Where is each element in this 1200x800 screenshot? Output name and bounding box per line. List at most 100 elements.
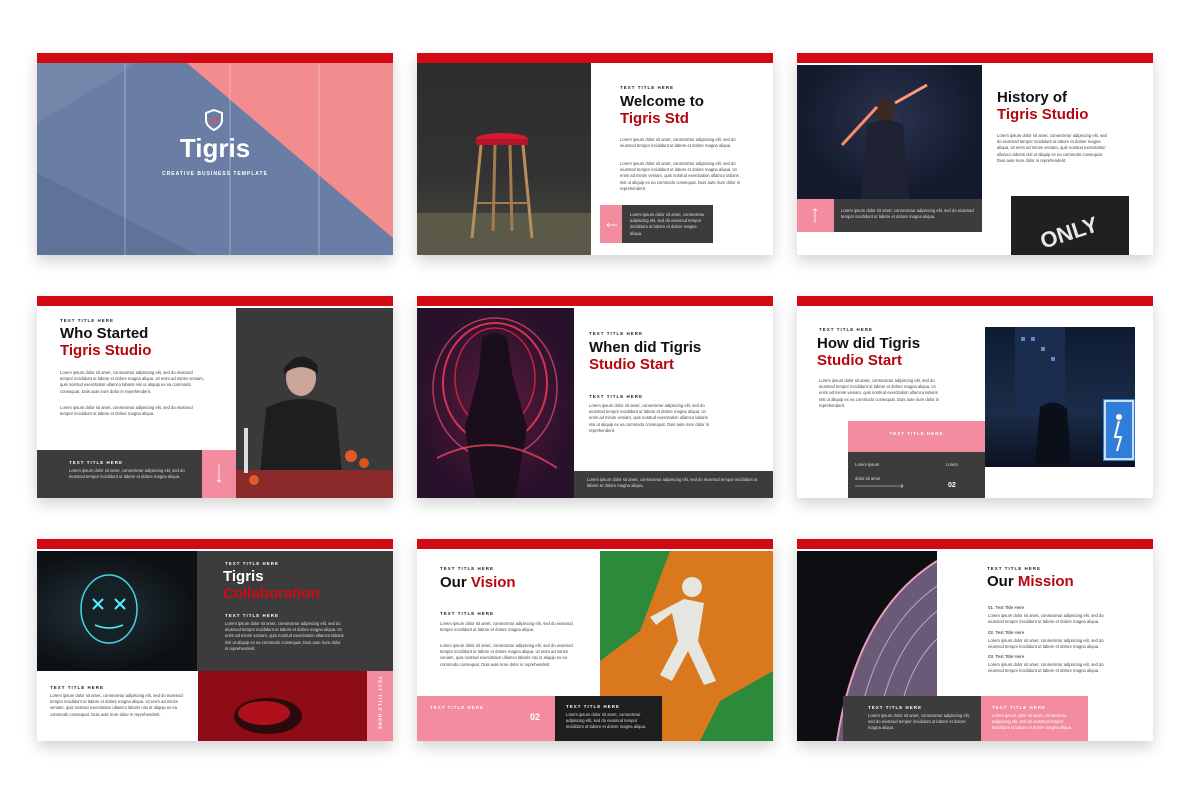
cover-title: Tigris — [179, 133, 251, 163]
slide-top-bar — [797, 53, 1153, 63]
city-night-photo — [985, 327, 1135, 467]
title-line2-text: Tigris Studio — [997, 106, 1089, 123]
slide-history[interactable]: History of Tigris Studio Lorem ipsum dol… — [797, 53, 1153, 255]
dark-title: TEXT TITLE HERE — [868, 705, 923, 710]
slide-cover[interactable]: Tigris CREATIVE BUSINESS TEMPLATE — [37, 53, 393, 255]
road-photo: ONLY — [1011, 196, 1129, 255]
dark-text: Lorem ipsum dolor sit amet, consectetur … — [566, 712, 647, 730]
road-image: ONLY — [1011, 196, 1129, 255]
title-part-b: Vision — [470, 574, 516, 591]
title-part-a: Our — [987, 573, 1018, 590]
paragraph-2: Lorem ipsum dolor sit amet, consectetur … — [60, 405, 193, 417]
slide-welcome[interactable]: TEXT TITLE HERE Welcome to Tigris Std Lo… — [417, 53, 773, 255]
dark-panel: TEXT TITLE HERE Tigris Collaboration TEX… — [197, 551, 393, 671]
dark-label-1: Lorem ipsum — [855, 462, 880, 467]
subtitle: TEXT TITLE HERE — [440, 611, 495, 616]
kicker: TEXT TITLE HERE — [440, 566, 494, 571]
kicker: TEXT TITLE HERE — [225, 561, 280, 566]
slide-collaboration[interactable]: TEXT TITLE HERE Tigris Collaboration TEX… — [37, 539, 393, 741]
subtitle: TEXT TITLE HERE — [225, 613, 280, 618]
mission-item-3: 03. Text Title Here — [988, 654, 1025, 659]
title-line2: Tigris Std — [620, 110, 689, 127]
title-line2: Studio Start — [589, 356, 674, 373]
mission-item-1-text: Lorem ipsum dolor sit amet, consectetur … — [988, 613, 1104, 625]
title-part-b: Mission — [1017, 573, 1074, 590]
dark-caption-box: Lorem ipsum dolor sit amet, consectetur … — [622, 205, 713, 243]
dark-box: TEXT TITLE HERE Lorem ipsum dolor sit am… — [843, 696, 981, 741]
box-title: TEXT TITLE HERE — [69, 460, 124, 465]
dark-box: Lorem ipsum Lorem dolor sit amet 02 — [848, 452, 985, 498]
vision-title: Our Vision — [440, 574, 516, 592]
kicker: TEXT TITLE HERE — [620, 85, 675, 90]
title-line1: Tigris — [223, 568, 264, 585]
kicker: TEXT TITLE HERE — [819, 327, 874, 332]
title-line2: Tigris Studio — [60, 342, 152, 359]
arrow-left-icon — [606, 222, 617, 228]
number-badge: 02 — [530, 712, 541, 722]
slide-top-bar — [37, 53, 393, 63]
paragraph: Lorem ipsum dolor sit amet, consectetur … — [819, 378, 940, 408]
mouse-photo — [198, 671, 367, 741]
paragraph: Lorem ipsum dolor sit amet, consectetur … — [589, 403, 710, 433]
pink-title: TEXT TITLE HERE — [992, 705, 1047, 710]
kicker: TEXT TITLE HERE — [589, 331, 644, 336]
slide-our-mission[interactable]: TEXT TITLE HERE Our Mission 01. Text Tit… — [797, 539, 1153, 741]
pink-block — [600, 205, 622, 243]
pink-title: TEXT TITLE HERE — [430, 705, 485, 710]
slide-when-did[interactable]: TEXT TITLE HERE When did Tigris Studio S… — [417, 296, 773, 498]
slide-top-bar — [37, 296, 393, 306]
pink-block: TEXT TITLE HERE 02 — [417, 696, 555, 741]
title-line2: Tigris Studio — [997, 106, 1088, 123]
pink-text: Lorem ipsum dolor sit amet, consectetur … — [992, 713, 1073, 731]
dark-caption-box: Lorem ipsum dolor sit amet, consectetur … — [574, 471, 773, 498]
dark-label-2: Lorem — [946, 462, 958, 467]
dark-box: TEXT TITLE HERE Lorem ipsum dolor sit am… — [37, 450, 202, 498]
title-line2: Studio Start — [817, 352, 902, 369]
neon-person-photo — [797, 65, 982, 199]
cover-subtitle: CREATIVE BUSINESS TEMPLATE — [162, 171, 268, 177]
neon-image — [840, 83, 928, 199]
slide-who-started[interactable]: TEXT TITLE HERE Who Started Tigris Studi… — [37, 296, 393, 498]
dark-caption-box: Lorem ipsum dolor sit amet, consectetur … — [834, 199, 982, 232]
woman-image — [236, 356, 393, 498]
pink-block — [202, 450, 236, 498]
mission-item-1: 01. Text Title Here — [988, 605, 1025, 610]
pink-vertical-block: TEXT TITLE HERE — [367, 671, 393, 741]
paragraph-2: Lorem ipsum dolor sit amet, consectetur … — [620, 161, 741, 191]
paragraph-2: Lorem ipsum dolor sit amet, consectetur … — [440, 643, 573, 667]
slide-top-bar — [797, 296, 1153, 306]
pink-block: TEXT TITLE HERE — [848, 421, 985, 452]
arrow-down-icon — [216, 464, 222, 483]
paragraph-1: Lorem ipsum dolor sit amet, consectetur … — [440, 621, 573, 633]
slide-top-bar — [417, 539, 773, 549]
caption-text: Lorem ipsum dolor sit amet, consectetur … — [630, 212, 705, 236]
paragraph: Lorem ipsum dolor sit amet, consectetur … — [997, 133, 1107, 163]
subtitle: TEXT TITLE HERE — [589, 394, 644, 399]
kicker-text: TEXT TITLE HERE — [440, 566, 495, 571]
bottom-title: TEXT TITLE HERE — [50, 685, 105, 690]
caption-text: Lorem ipsum dolor sit amet, consectetur … — [587, 477, 758, 489]
slide-our-vision[interactable]: TEXT TITLE HERE Our Vision TEXT TITLE HE… — [417, 539, 773, 741]
slide-how-did[interactable]: TEXT TITLE HERE How did Tigris Studio St… — [797, 296, 1153, 498]
number-badge: 02 — [948, 482, 956, 489]
bottom-text: Lorem ipsum dolor sit amet, consectetur … — [50, 693, 183, 717]
mask-photo — [37, 551, 197, 671]
mission-title: Our Mission — [987, 573, 1074, 591]
title-part-a: Our — [440, 574, 471, 591]
mission-item-2-text: Lorem ipsum dolor sit amet, consectetur … — [988, 638, 1104, 650]
mission-item-2: 02. Text Title Here — [988, 630, 1025, 635]
dark-box: TEXT TITLE HERE Lorem ipsum dolor sit am… — [555, 696, 662, 741]
pink-block — [797, 199, 834, 232]
dark-label-3: dolor sit amet — [855, 476, 881, 481]
caption-text: Lorem ipsum dolor sit amet, consectetur … — [841, 208, 974, 220]
stool-photo — [417, 63, 591, 255]
box-text: Lorem ipsum dolor sit amet, consectetur … — [69, 468, 185, 480]
slide-top-bar — [417, 53, 773, 63]
paragraph: Lorem ipsum dolor sit amet, consectetur … — [225, 621, 344, 651]
paragraph-1: Lorem ipsum dolor sit amet, consectetur … — [620, 137, 736, 149]
slide-top-bar — [797, 539, 1153, 549]
slide-top-bar — [37, 539, 393, 549]
city-image — [1015, 327, 1135, 467]
title-line2: Collaboration — [223, 585, 320, 602]
title-line1: Who Started — [60, 325, 149, 342]
